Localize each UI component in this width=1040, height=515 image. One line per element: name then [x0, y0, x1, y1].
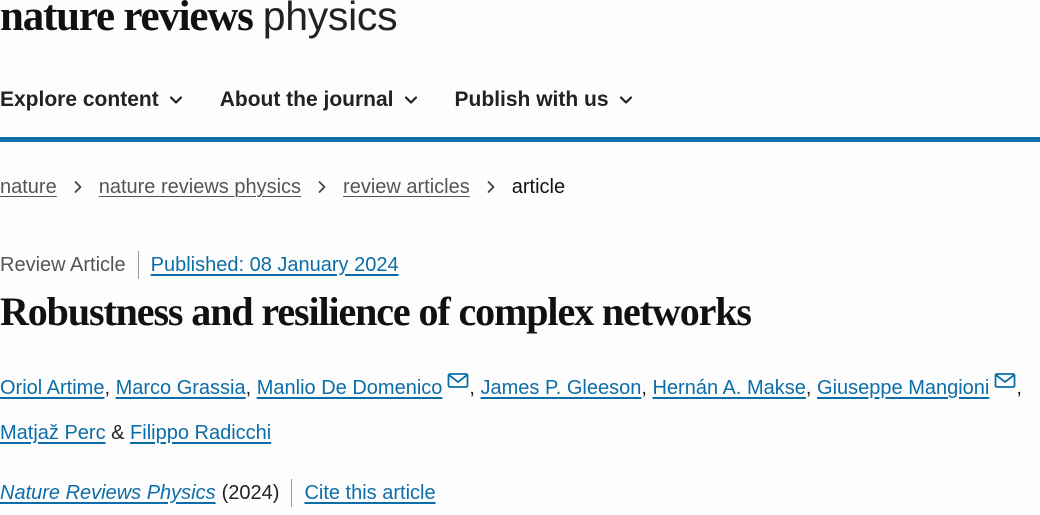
author-link[interactable]: Filippo Radicchi: [130, 422, 271, 444]
published-date-link[interactable]: Published: 08 January 2024: [151, 254, 399, 277]
cite-this-article-link[interactable]: Cite this article: [304, 482, 435, 505]
author-separator: ,: [245, 377, 257, 399]
author-separator: ,: [805, 377, 818, 399]
main-nav: Explore content About the journal Publis…: [0, 84, 670, 116]
breadcrumb-current: article: [511, 175, 566, 198]
nav-item-label: Publish with us: [454, 88, 609, 111]
author-separator: ,: [1016, 377, 1022, 399]
chevron-down-icon: [619, 96, 632, 104]
publication-year: (2024): [221, 481, 280, 504]
author-list: Oriol Artime, Marco Grassia, Manlio De D…: [0, 366, 1030, 456]
author-link[interactable]: Oriol Artime: [0, 377, 104, 399]
article-meta: Review Article Published: 08 January 202…: [0, 250, 399, 280]
header-divider: [0, 137, 1040, 142]
article-title: Robustness and resilience of complex net…: [0, 289, 752, 334]
author-separator: ,: [104, 377, 116, 399]
article-type: Review Article: [0, 253, 126, 276]
author-separator: ,: [641, 377, 653, 399]
author-separator: ,: [469, 377, 481, 399]
citation-line: Nature Reviews Physics (2024) Cite this …: [0, 478, 436, 508]
chevron-right-icon: [487, 181, 495, 193]
cite-divider: [291, 479, 293, 507]
nav-item-label: About the journal: [219, 88, 394, 111]
logo-text-bold: nature reviews: [0, 0, 254, 40]
logo-text-light: physics: [262, 0, 398, 39]
nav-explore-content[interactable]: Explore content: [0, 88, 184, 112]
author-link[interactable]: James P. Gleeson: [481, 377, 642, 399]
author-link[interactable]: Matjaž Perc: [0, 422, 106, 444]
site-logo[interactable]: nature reviews physics: [0, 0, 398, 42]
meta-divider: [137, 251, 139, 279]
author-link[interactable]: Hernán A. Makse: [652, 377, 805, 399]
chevron-right-icon: [318, 181, 326, 193]
chevron-right-icon: [74, 181, 82, 193]
nav-about-the-journal[interactable]: About the journal: [220, 88, 419, 112]
nav-publish-with-us[interactable]: Publish with us: [455, 88, 634, 112]
nav-item-label: Explore content: [0, 88, 159, 111]
breadcrumb-link-nature[interactable]: nature: [0, 176, 57, 199]
author-link[interactable]: Marco Grassia: [116, 377, 246, 399]
author-separator-last: &: [105, 422, 131, 444]
breadcrumb: nature nature reviews physics review art…: [0, 172, 565, 202]
chevron-down-icon: [169, 96, 182, 104]
author-link[interactable]: Manlio De Domenico: [257, 377, 443, 399]
breadcrumb-link-review-articles[interactable]: review articles: [343, 176, 470, 199]
chevron-down-icon: [404, 96, 417, 104]
mail-icon[interactable]: [994, 372, 1016, 390]
author-link[interactable]: Giuseppe Mangioni: [817, 377, 989, 399]
breadcrumb-link-journal[interactable]: nature reviews physics: [99, 176, 301, 199]
journal-link[interactable]: Nature Reviews Physics: [0, 482, 216, 505]
mail-icon[interactable]: [447, 372, 469, 390]
